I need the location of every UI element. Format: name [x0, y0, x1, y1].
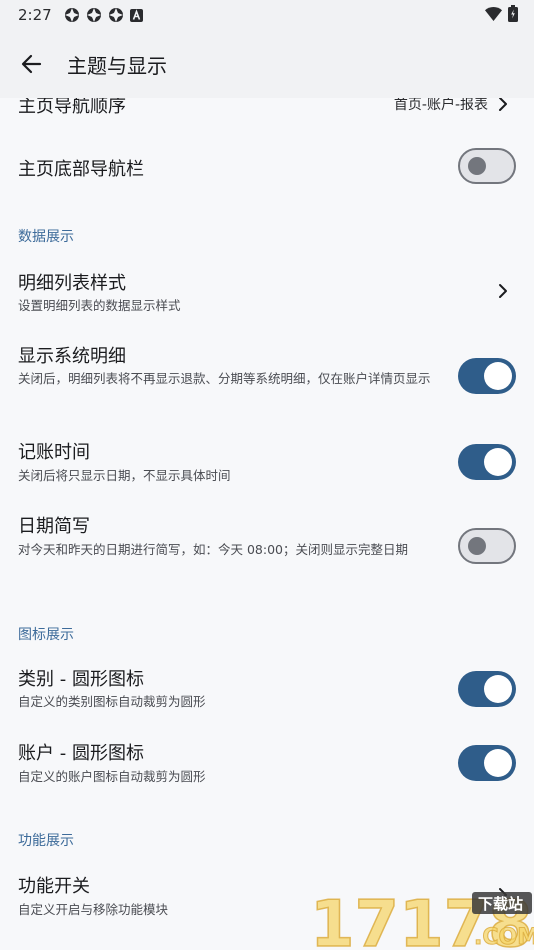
chevron-right-icon — [499, 284, 507, 298]
category-round-icon-toggle[interactable] — [458, 671, 516, 707]
watermark-logo: 17178 下载站 .COM — [310, 887, 534, 950]
chevron-right-icon — [499, 98, 507, 111]
arrow-left-icon — [21, 54, 42, 74]
setting-title: 主页导航顺序 — [18, 98, 126, 117]
app-notification-icon — [86, 7, 102, 23]
svg-text:下载站: 下载站 — [478, 895, 523, 913]
battery-icon — [508, 5, 518, 26]
setting-subtitle: 设置明细列表的数据显示样式 — [18, 298, 181, 313]
setting-category-round-icon[interactable]: 类别 - 圆形图标 自定义的类别图标自动裁剪为圆形 — [0, 656, 534, 722]
app-notification-icon — [108, 7, 124, 23]
setting-title: 显示系统明细 — [18, 346, 126, 367]
toggle-knob — [484, 749, 512, 777]
setting-subtitle: 自定义的类别图标自动裁剪为圆形 — [18, 694, 206, 709]
home-bottom-nav-toggle[interactable] — [458, 148, 516, 184]
app-bar: 主题与显示 — [0, 30, 534, 98]
setting-title: 记账时间 — [18, 442, 90, 463]
toggle-knob — [484, 675, 512, 703]
setting-subtitle: 自定义的账户图标自动裁剪为圆形 — [18, 769, 206, 784]
toggle-knob — [484, 362, 512, 390]
settings-list[interactable]: 主页导航顺序 首页-账户-报表 主页底部导航栏 数据展示 明细列表样式 设置明细… — [0, 98, 534, 950]
date-short-toggle[interactable] — [458, 528, 516, 564]
setting-show-system-detail[interactable]: 显示系统明细 关闭后，明细列表将不再显示退款、分期等系统明细，仅在账户详情页显示 — [0, 334, 534, 418]
setting-title: 明细列表样式 — [18, 273, 126, 294]
setting-subtitle: 对今天和昨天的日期进行简写，如：今天 08:00；关闭则显示完整日期 — [18, 542, 408, 557]
wifi-icon — [485, 6, 502, 25]
account-round-icon-toggle[interactable] — [458, 745, 516, 781]
section-header-feature-display: 功能展示 — [18, 833, 74, 849]
back-button[interactable] — [1, 34, 61, 94]
section-header-icon-display: 图标展示 — [18, 627, 74, 643]
setting-title: 类别 - 圆形图标 — [18, 669, 144, 690]
toggle-knob — [468, 537, 486, 555]
section-header-data-display: 数据展示 — [18, 229, 74, 245]
setting-title: 账户 - 圆形图标 — [18, 743, 144, 764]
setting-detail-list-style[interactable]: 明细列表样式 设置明细列表的数据显示样式 — [0, 258, 534, 324]
setting-home-bottom-nav[interactable]: 主页底部导航栏 — [0, 138, 534, 194]
toggle-knob — [484, 448, 512, 476]
setting-subtitle: 关闭后将只显示日期，不显示具体时间 — [18, 468, 231, 483]
status-bar: 2:27 — [0, 0, 534, 30]
setting-title: 主页底部导航栏 — [18, 159, 144, 180]
page-title: 主题与显示 — [67, 53, 167, 78]
setting-home-nav-order[interactable]: 主页导航顺序 首页-账户-报表 — [0, 98, 534, 134]
status-time: 2:27 — [18, 6, 52, 24]
a-badge-icon — [129, 8, 143, 22]
setting-title: 日期简写 — [18, 516, 90, 537]
record-time-toggle[interactable] — [458, 444, 516, 480]
setting-date-short[interactable]: 日期简写 对今天和昨天的日期进行简写，如：今天 08:00；关闭则显示完整日期 — [0, 506, 534, 592]
setting-account-round-icon[interactable]: 账户 - 圆形图标 自定义的账户图标自动裁剪为圆形 — [0, 732, 534, 798]
svg-text:.COM: .COM — [474, 925, 534, 950]
setting-value: 首页-账户-报表 — [393, 98, 488, 113]
setting-subtitle: 关闭后，明细列表将不再显示退款、分期等系统明细，仅在账户详情页显示 — [18, 371, 431, 386]
app-notification-icon — [64, 7, 80, 23]
setting-record-time[interactable]: 记账时间 关闭后将只显示日期，不显示具体时间 — [0, 430, 534, 494]
setting-title: 功能开关 — [18, 876, 90, 897]
toggle-knob — [468, 157, 486, 175]
show-system-detail-toggle[interactable] — [458, 358, 516, 394]
